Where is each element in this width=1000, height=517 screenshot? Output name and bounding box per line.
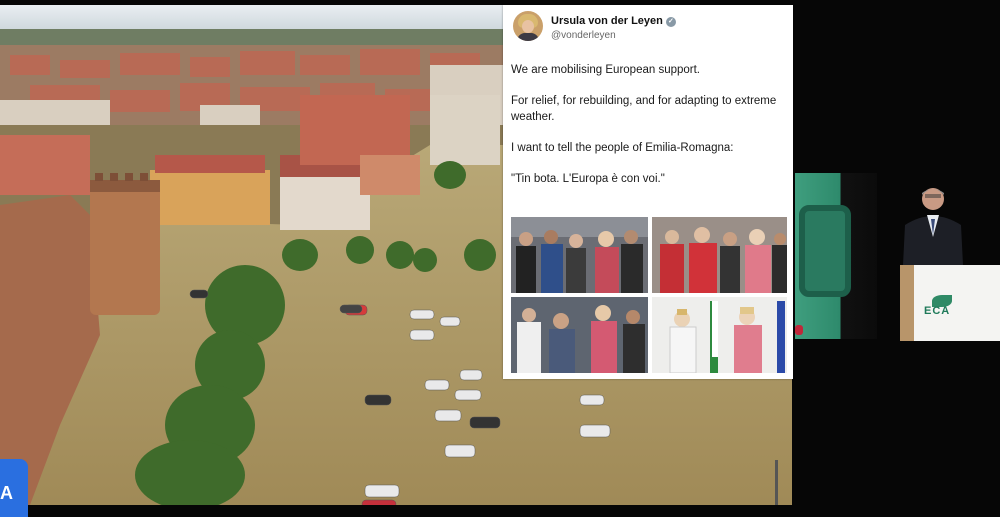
app-badge[interactable]: A [0, 459, 28, 517]
tweet-handle[interactable]: @vonderleyen [551, 30, 616, 41]
tweet-photo-4[interactable] [652, 297, 787, 373]
tweet-card: Ursula von der Leyen ✓ @vonderleyen We ar… [503, 5, 793, 379]
crowd-photo [511, 217, 648, 293]
tweet-body: We are mobilising European support. For … [511, 62, 783, 202]
avatar[interactable] [513, 11, 543, 41]
tweet-paragraph: We are mobilising European support. [511, 64, 701, 76]
verified-check-icon: ✓ [665, 17, 676, 27]
press-conference-photo [652, 297, 787, 373]
embrace-photo [511, 297, 648, 373]
tweet-paragraph: "Tin bota. L'Europa è con voi." [511, 173, 665, 185]
tweet-author[interactable]: Ursula von der Leyen ✓ [551, 15, 676, 27]
podium-logo: ECA [924, 305, 951, 317]
tweet-photo-grid[interactable] [511, 217, 787, 373]
logo-mark-icon [799, 205, 851, 297]
tweet-photo-3[interactable] [511, 297, 648, 373]
tweet-author-name[interactable]: Ursula von der Leyen [551, 15, 663, 27]
red-marker [795, 325, 803, 335]
app-badge-label[interactable]: A [0, 483, 13, 504]
tweet-photo-2[interactable] [652, 217, 787, 293]
tweet-paragraph: I want to tell the people of Emilia-Roma… [511, 142, 734, 154]
tweet-photo-1[interactable] [511, 217, 648, 293]
podium: ECA [900, 265, 1000, 341]
volunteers-photo [652, 217, 787, 293]
background-screen [795, 173, 877, 339]
tweet-paragraph: For relief, for rebuilding, and for adap… [511, 95, 777, 123]
